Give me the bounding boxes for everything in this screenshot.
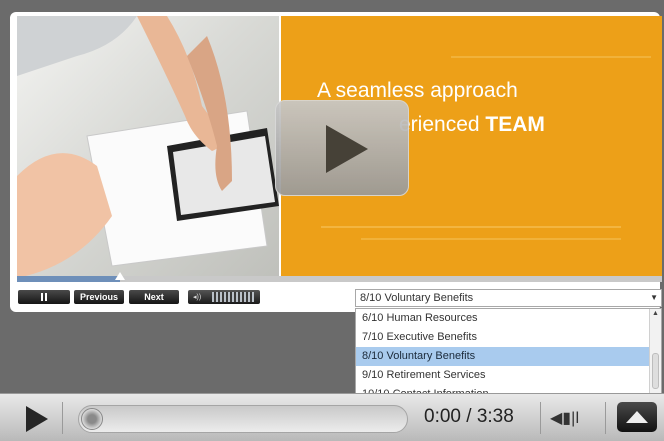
seek-fill <box>17 276 121 282</box>
play-icon[interactable] <box>26 406 48 432</box>
scroll-thumb[interactable] <box>652 353 659 389</box>
previous-button[interactable]: Previous <box>74 290 124 304</box>
chapter-option-selected[interactable]: 8/10 Voluntary Benefits <box>356 347 661 366</box>
progress-knob[interactable] <box>81 408 103 430</box>
time-display: 0:00 / 3:38 <box>424 406 514 427</box>
pause-button[interactable] <box>18 290 70 304</box>
volume-level-bars[interactable] <box>212 292 254 302</box>
chapter-list: 6/10 Human Resources 7/10 Executive Bene… <box>355 308 662 396</box>
big-play-button[interactable] <box>275 100 409 196</box>
scroll-up-icon[interactable]: ▲ <box>652 310 659 317</box>
divider <box>540 402 541 434</box>
seek-thumb[interactable] <box>115 272 126 280</box>
chevron-down-icon[interactable]: ▼ <box>650 290 658 306</box>
slide-seek-bar[interactable] <box>17 272 662 282</box>
headline-bold: TEAM <box>485 113 545 136</box>
eject-button[interactable] <box>617 402 657 432</box>
chapter-option[interactable]: 7/10 Executive Benefits <box>356 328 661 347</box>
list-scrollbar[interactable]: ▲ <box>649 309 661 395</box>
player-control-bar: 0:00 / 3:38 ◀▮|ǀ <box>0 393 664 441</box>
next-button[interactable]: Next <box>129 290 179 304</box>
eject-icon <box>626 411 648 423</box>
divider <box>605 402 606 434</box>
play-icon <box>326 125 368 173</box>
divider <box>62 402 63 434</box>
video-player-frame: A seamless approach erienced TEAM Previo… <box>0 0 664 441</box>
volume-icon[interactable]: ◀▮|ǀ <box>550 408 590 428</box>
playback-progress[interactable] <box>78 405 408 433</box>
chapter-option[interactable]: 6/10 Human Resources <box>356 309 661 328</box>
chapter-select[interactable]: 8/10 Voluntary Benefits ▼ <box>355 289 662 307</box>
speaker-icon: ◂)) <box>193 294 202 301</box>
pause-icon <box>41 293 43 301</box>
chapter-select-value: 8/10 Voluntary Benefits <box>360 292 474 304</box>
chapter-option[interactable]: 9/10 Retirement Services <box>356 366 661 385</box>
slide-photo <box>17 16 279 278</box>
slide-volume-control[interactable]: ◂)) <box>188 290 260 304</box>
